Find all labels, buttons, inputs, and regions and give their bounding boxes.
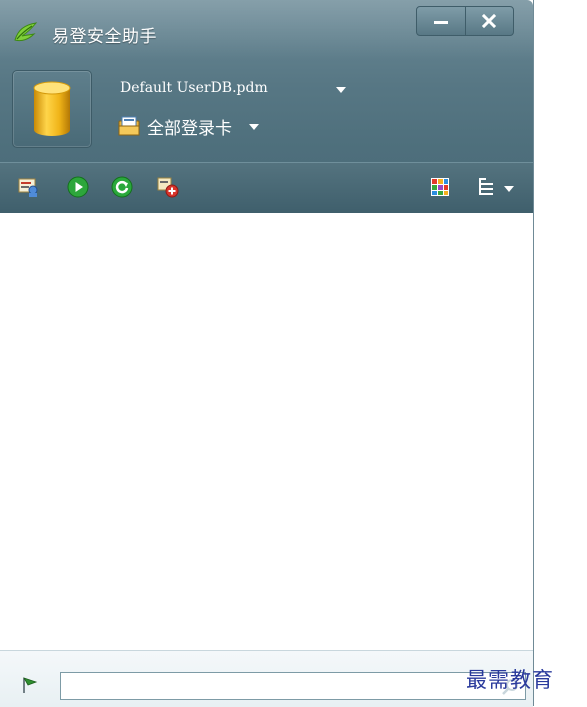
minimize-icon xyxy=(433,21,448,24)
close-icon xyxy=(482,14,497,28)
database-name[interactable]: Default UserDB.pdm xyxy=(120,80,268,96)
card-category-dropdown-icon xyxy=(249,124,259,130)
app-logo-icon xyxy=(14,22,38,42)
view-grid-button[interactable] xyxy=(428,175,452,199)
chevron-down-icon xyxy=(504,186,514,192)
database-dropdown-icon[interactable] xyxy=(335,86,347,94)
footer-bar xyxy=(0,650,533,707)
card-list-area[interactable] xyxy=(0,212,533,650)
database-icon-button[interactable] xyxy=(12,70,92,148)
add-card-icon xyxy=(157,177,179,198)
app-window: 易登安全助手 Default UserDB.pdm 全部登录卡 xyxy=(0,0,534,707)
minimize-button[interactable] xyxy=(417,7,465,35)
window-header: 易登安全助手 Default UserDB.pdm 全部登录卡 xyxy=(0,0,533,213)
refresh-button[interactable] xyxy=(110,175,134,199)
database-icon xyxy=(33,81,71,136)
play-button[interactable] xyxy=(66,175,90,199)
card-category-label: 全部登录卡 xyxy=(147,118,232,139)
search-input[interactable] xyxy=(60,672,526,700)
play-icon xyxy=(67,176,89,198)
view-grid-icon xyxy=(431,178,449,196)
sort-list-icon xyxy=(479,178,493,195)
card-folder-icon xyxy=(118,116,140,136)
window-title: 易登安全助手 xyxy=(52,27,157,47)
toolbar xyxy=(0,162,533,213)
add-card-button[interactable] xyxy=(156,175,180,199)
card-category-selector[interactable]: 全部登录卡 xyxy=(117,112,260,140)
close-button[interactable] xyxy=(464,7,514,35)
user-card-button[interactable] xyxy=(16,175,40,199)
watermark-text: 最需教育 xyxy=(466,668,554,692)
user-card-icon xyxy=(18,178,38,197)
flag-icon[interactable] xyxy=(20,675,40,695)
sort-menu-button[interactable] xyxy=(472,175,520,199)
refresh-icon xyxy=(111,176,133,198)
window-controls xyxy=(416,6,514,36)
